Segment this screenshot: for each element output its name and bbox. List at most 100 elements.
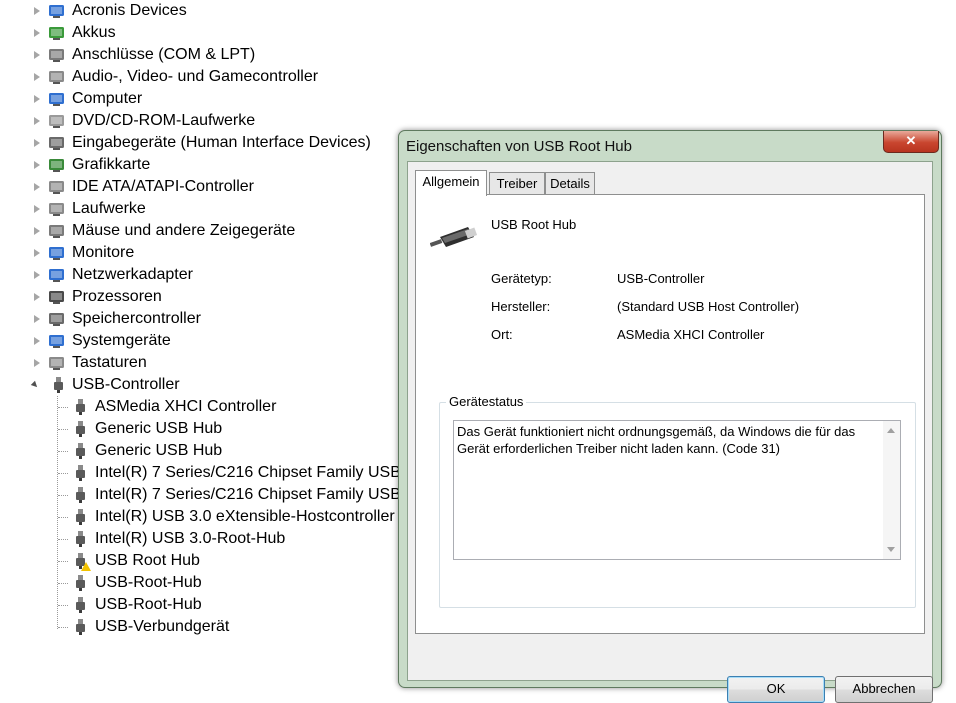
tree-item-category[interactable]: Systemgeräte [0, 330, 400, 352]
tree-item-category[interactable]: Laufwerke [0, 198, 400, 220]
tree-item-category[interactable]: Netzwerkadapter [0, 264, 400, 286]
tree-item-label: IDE ATA/ATAPI-Controller [72, 178, 254, 195]
tree-item-category[interactable]: Grafikkarte [0, 154, 400, 176]
collapsed-arrow-icon[interactable] [34, 139, 40, 147]
device-status-text: Das Gerät funktioniert nicht ordnungsgem… [457, 424, 856, 456]
tree-item-category[interactable]: IDE ATA/ATAPI-Controller [0, 176, 400, 198]
tree-item-usb-device[interactable]: Intel(R) 7 Series/C216 Chipset Family US… [0, 462, 400, 484]
collapsed-arrow-icon[interactable] [34, 249, 40, 257]
collapsed-arrow-icon[interactable] [34, 73, 40, 81]
tree-item-usb-device[interactable]: USB Root Hub [0, 550, 400, 572]
warning-icon [81, 562, 91, 571]
scroll-down-icon[interactable] [887, 547, 895, 552]
tree-item-label: Generic USB Hub [95, 420, 223, 437]
collapsed-arrow-icon[interactable] [34, 51, 40, 59]
tree-item-usb-device[interactable]: USB-Root-Hub [0, 594, 400, 616]
tree-item-label: Monitore [72, 244, 135, 261]
tree-item-category[interactable]: Akkus [0, 22, 400, 44]
display-adapter-icon [48, 157, 65, 173]
usb-plug-icon [73, 531, 90, 547]
usb-plug-icon [73, 509, 90, 525]
scroll-up-icon[interactable] [887, 428, 895, 433]
property-label-location: Ort: [491, 327, 513, 342]
tree-item-label: Tastaturen [72, 354, 147, 371]
dialog-client-area: Allgemein Treiber Details USB Root Hub G… [407, 161, 933, 703]
tree-item-category[interactable]: Audio-, Video- und Gamecontroller [0, 66, 400, 88]
collapsed-arrow-icon[interactable] [34, 271, 40, 279]
close-button[interactable]: ✕ [883, 131, 939, 153]
tree-item-usb-device[interactable]: Generic USB Hub [0, 440, 400, 462]
tree-item-usb-device[interactable]: ASMedia XHCI Controller [0, 396, 400, 418]
usb-plug-icon [73, 443, 90, 459]
tree-item-category[interactable]: Anschlüsse (COM & LPT) [0, 44, 400, 66]
usb-plug-icon [73, 399, 90, 415]
tree-item-category[interactable]: Speichercontroller [0, 308, 400, 330]
ok-label: OK [766, 681, 786, 696]
tree-item-category[interactable]: Prozessoren [0, 286, 400, 308]
tree-item-label: DVD/CD-ROM-Laufwerke [72, 112, 256, 129]
mouse-icon [48, 223, 65, 239]
property-label-type: Gerätetyp: [491, 271, 552, 286]
tab-treiber[interactable]: Treiber [489, 172, 545, 195]
cancel-button[interactable]: Abbrechen [835, 676, 933, 703]
collapsed-arrow-icon[interactable] [34, 359, 40, 367]
tree-item-label: Netzwerkadapter [72, 266, 193, 283]
collapsed-arrow-icon[interactable] [34, 315, 40, 323]
storage-controller-icon [48, 311, 65, 327]
port-icon [48, 47, 65, 63]
tree-item-usb-device[interactable]: Intel(R) USB 3.0 eXtensible-Hostcontroll… [0, 506, 400, 528]
usb-plug-icon [50, 377, 67, 393]
tree-item-usb-controller[interactable]: USB-Controller [0, 374, 400, 396]
battery-icon [48, 25, 65, 41]
tree-item-usb-device[interactable]: USB-Root-Hub [0, 572, 400, 594]
hid-icon [48, 135, 65, 151]
network-computer-icon [48, 3, 65, 19]
tree-item-label: Computer [72, 90, 143, 107]
tree-item-category[interactable]: Monitore [0, 242, 400, 264]
tree-item-label: USB-Root-Hub [95, 574, 202, 591]
tree-item-usb-device[interactable]: USB-Verbundgerät [0, 616, 400, 638]
collapsed-arrow-icon[interactable] [34, 205, 40, 213]
speaker-icon [48, 69, 65, 85]
tree-item-usb-device[interactable]: Generic USB Hub [0, 418, 400, 440]
tree-item-category[interactable]: DVD/CD-ROM-Laufwerke [0, 110, 400, 132]
collapsed-arrow-icon[interactable] [34, 293, 40, 301]
tree-item-usb-device[interactable]: Intel(R) 7 Series/C216 Chipset Family US… [0, 484, 400, 506]
status-scrollbar[interactable] [883, 421, 900, 559]
tree-item-category[interactable]: Eingabegeräte (Human Interface Devices) [0, 132, 400, 154]
tree-item-label: Mäuse und andere Zeigegeräte [72, 222, 296, 239]
tab-details[interactable]: Details [545, 172, 595, 195]
tree-item-label: Anschlüsse (COM & LPT) [72, 46, 256, 63]
tab-allgemein[interactable]: Allgemein [415, 170, 487, 196]
usb-plug-icon [73, 619, 90, 635]
collapsed-arrow-icon[interactable] [34, 227, 40, 235]
collapsed-arrow-icon[interactable] [34, 7, 40, 15]
collapsed-arrow-icon[interactable] [34, 183, 40, 191]
property-value-type: USB-Controller [617, 271, 705, 286]
usb-plug-icon [73, 597, 90, 613]
collapsed-arrow-icon[interactable] [34, 95, 40, 103]
tree-item-category[interactable]: Mäuse und andere Zeigegeräte [0, 220, 400, 242]
network-adapter-icon [48, 267, 65, 283]
processor-icon [48, 289, 65, 305]
ide-controller-icon [48, 179, 65, 195]
tree-item-category[interactable]: Computer [0, 88, 400, 110]
tree-item-label: Intel(R) 7 Series/C216 Chipset Family US… [95, 464, 400, 481]
tree-item-category[interactable]: Acronis Devices [0, 0, 400, 22]
expanded-arrow-icon[interactable] [30, 380, 40, 390]
tree-item-label: Systemgeräte [72, 332, 171, 349]
tree-item-category[interactable]: Tastaturen [0, 352, 400, 374]
monitor-icon [48, 245, 65, 261]
ok-button[interactable]: OK [727, 676, 825, 703]
collapsed-arrow-icon[interactable] [34, 117, 40, 125]
collapsed-arrow-icon[interactable] [34, 337, 40, 345]
collapsed-arrow-icon[interactable] [34, 29, 40, 37]
collapsed-arrow-icon[interactable] [34, 161, 40, 169]
disk-drive-icon [48, 201, 65, 217]
device-status-textbox[interactable]: Das Gerät funktioniert nicht ordnungsgem… [453, 420, 901, 560]
close-icon: ✕ [905, 133, 917, 148]
usb-plug-icon [429, 223, 478, 260]
tree-item-label: Intel(R) USB 3.0 eXtensible-Hostcontroll… [95, 508, 395, 525]
tree-item-usb-device[interactable]: Intel(R) USB 3.0-Root-Hub [0, 528, 400, 550]
tree-item-label: Prozessoren [72, 288, 162, 305]
